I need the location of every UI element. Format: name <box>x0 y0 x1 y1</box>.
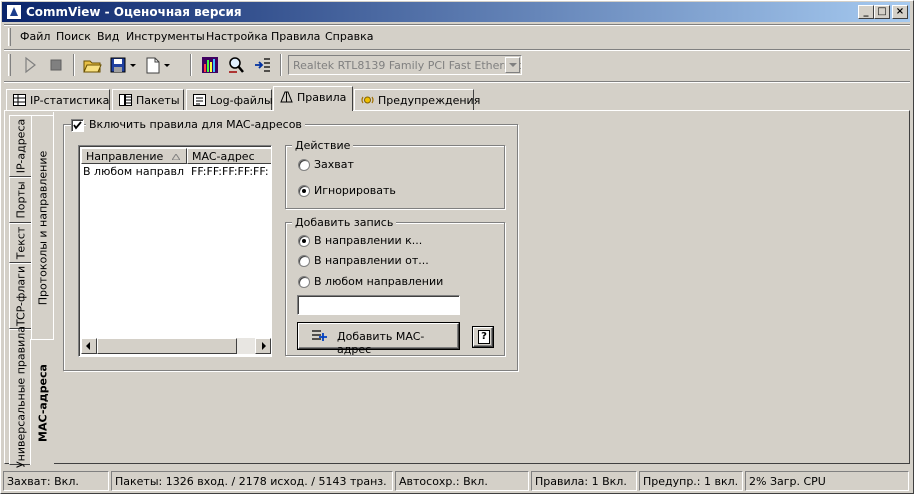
toolbar: Realtek RTL8139 Family PCI Fast Ethernet… <box>4 51 910 79</box>
tab-log-files[interactable]: Log-файлы <box>186 89 273 111</box>
window-title: CommView - Оценочная версия <box>26 5 242 19</box>
menu-settings[interactable]: Настройка <box>206 30 268 43</box>
tab-alerts[interactable]: Предупреждения <box>354 89 480 111</box>
adapter-select-value: Realtek RTL8139 Family PCI Fast Ethernet… <box>293 59 522 72</box>
play-icon[interactable] <box>20 55 40 75</box>
help-icon: ? <box>478 330 490 344</box>
packets-icon <box>119 94 132 106</box>
radio-capture-label[interactable]: Захват <box>314 158 354 171</box>
checkmark-icon <box>73 121 82 130</box>
app-icon[interactable] <box>6 4 22 20</box>
status-bar: Захват: Вкл. Пакеты: 1326 вход. / 2178 и… <box>3 471 911 491</box>
status-packets: Пакеты: 1326 вход. / 2178 исход. / 5143 … <box>111 471 393 491</box>
column-direction[interactable]: Направление <box>81 148 187 164</box>
menu-tools[interactable]: Инструменты <box>126 30 205 43</box>
vtab-ip-addresses[interactable]: IP-адреса <box>9 115 31 177</box>
vtab-universal-rules[interactable]: Универсальные правила <box>9 326 31 468</box>
radio-any-direction-label[interactable]: В любом направлении <box>314 275 443 288</box>
horizontal-scrollbar[interactable] <box>81 338 271 354</box>
title-bar[interactable]: CommView - Оценочная версия _ □ × <box>2 2 910 22</box>
search-icon[interactable] <box>226 55 246 75</box>
status-capture: Захват: Вкл. <box>3 471 109 491</box>
status-autosave: Автосохр.: Вкл. <box>395 471 529 491</box>
menu-view[interactable]: Вид <box>97 30 119 43</box>
table-icon <box>13 94 26 106</box>
minimize-button[interactable]: _ <box>858 5 874 19</box>
vtab-ports[interactable]: Порты <box>9 177 31 223</box>
menu-help[interactable]: Справка <box>325 30 373 43</box>
add-mac-address-button[interactable]: Добавить MAC-адрес <box>298 323 459 356</box>
toolbar-grip <box>8 54 11 76</box>
add-mac-address-label: Добавить MAC-адрес <box>337 330 425 356</box>
scroll-thumb[interactable] <box>97 338 237 354</box>
table-row-mac[interactable]: FF:FF:FF:FF:FF: <box>191 165 271 178</box>
status-alerts: Предупр.: 1 вкл. <box>639 471 743 491</box>
help-button[interactable]: ? <box>473 327 493 347</box>
radio-direction-to-label[interactable]: В направлении к... <box>314 234 422 247</box>
stats-icon[interactable] <box>200 55 220 75</box>
tab-rules[interactable]: Правила <box>273 86 353 111</box>
rules-icon <box>280 91 293 103</box>
stop-icon[interactable] <box>46 55 66 75</box>
menu-search[interactable]: Поиск <box>56 30 91 43</box>
adapter-select[interactable]: Realtek RTL8139 Family PCI Fast Ethernet… <box>288 55 522 75</box>
tab-packets[interactable]: Пакеты <box>112 89 184 111</box>
chevron-down-icon[interactable] <box>505 57 520 73</box>
new-document-icon[interactable] <box>142 55 172 75</box>
tab-ip-statistics[interactable]: IP-статистика <box>6 89 110 111</box>
toolbar-divider <box>190 54 192 76</box>
save-icon[interactable] <box>108 55 138 75</box>
vtab-protocols-direction[interactable]: Протоколы и направление <box>31 115 53 341</box>
chevron-right-icon <box>262 342 266 350</box>
add-list-icon <box>312 330 327 341</box>
vtab-tcp-flags[interactable]: TCP-флаги <box>9 263 31 329</box>
enable-mac-rules-checkbox[interactable] <box>71 119 84 132</box>
vtab-mac-addresses[interactable]: MAC-адреса <box>30 339 54 465</box>
radio-direction-from-label[interactable]: В направлении от... <box>314 254 429 267</box>
radio-ignore-label[interactable]: Игнорировать <box>314 184 396 197</box>
radio-capture[interactable] <box>298 159 310 171</box>
import-icon[interactable] <box>253 55 273 75</box>
radio-direction-from[interactable] <box>298 255 310 267</box>
column-mac-address[interactable]: MAC-адрес <box>187 148 271 164</box>
enable-mac-rules-label[interactable]: Включить правила для MAC-адресов <box>86 118 305 131</box>
radio-ignore[interactable] <box>298 185 310 197</box>
maximize-button[interactable]: □ <box>874 5 890 19</box>
menu-grip <box>8 28 11 46</box>
radio-any-direction[interactable] <box>298 276 310 288</box>
radio-direction-to[interactable] <box>298 235 310 247</box>
menu-bar: Файл Поиск Вид Инструменты Настройка Пра… <box>4 26 910 48</box>
open-folder-icon[interactable] <box>82 55 102 75</box>
chevron-left-icon <box>86 342 90 350</box>
toolbar-bottom-separator <box>4 81 910 83</box>
toolbar-divider <box>280 54 282 76</box>
close-button[interactable]: × <box>892 5 908 19</box>
log-icon <box>193 94 206 106</box>
mac-rules-list[interactable]: Направление MAC-адрес В любом направл...… <box>78 145 272 357</box>
menu-rules[interactable]: Правила <box>271 30 320 43</box>
vtab-text[interactable]: Текст <box>9 223 31 263</box>
status-rules: Правила: 1 Вкл. <box>531 471 637 491</box>
add-record-legend: Добавить запись <box>292 216 397 229</box>
action-group <box>285 145 505 209</box>
menu-file[interactable]: Файл <box>20 30 50 43</box>
mac-address-input[interactable] <box>297 295 460 315</box>
alerts-icon <box>361 94 374 106</box>
scroll-left-button[interactable] <box>81 338 97 354</box>
status-cpu: 2% Загр. CPU <box>745 471 909 491</box>
action-legend: Действие <box>292 139 354 152</box>
sort-ascending-icon <box>172 154 180 160</box>
scroll-right-button[interactable] <box>255 338 271 354</box>
toolbar-divider <box>73 54 75 76</box>
table-row-direction[interactable]: В любом направл... <box>83 165 185 178</box>
